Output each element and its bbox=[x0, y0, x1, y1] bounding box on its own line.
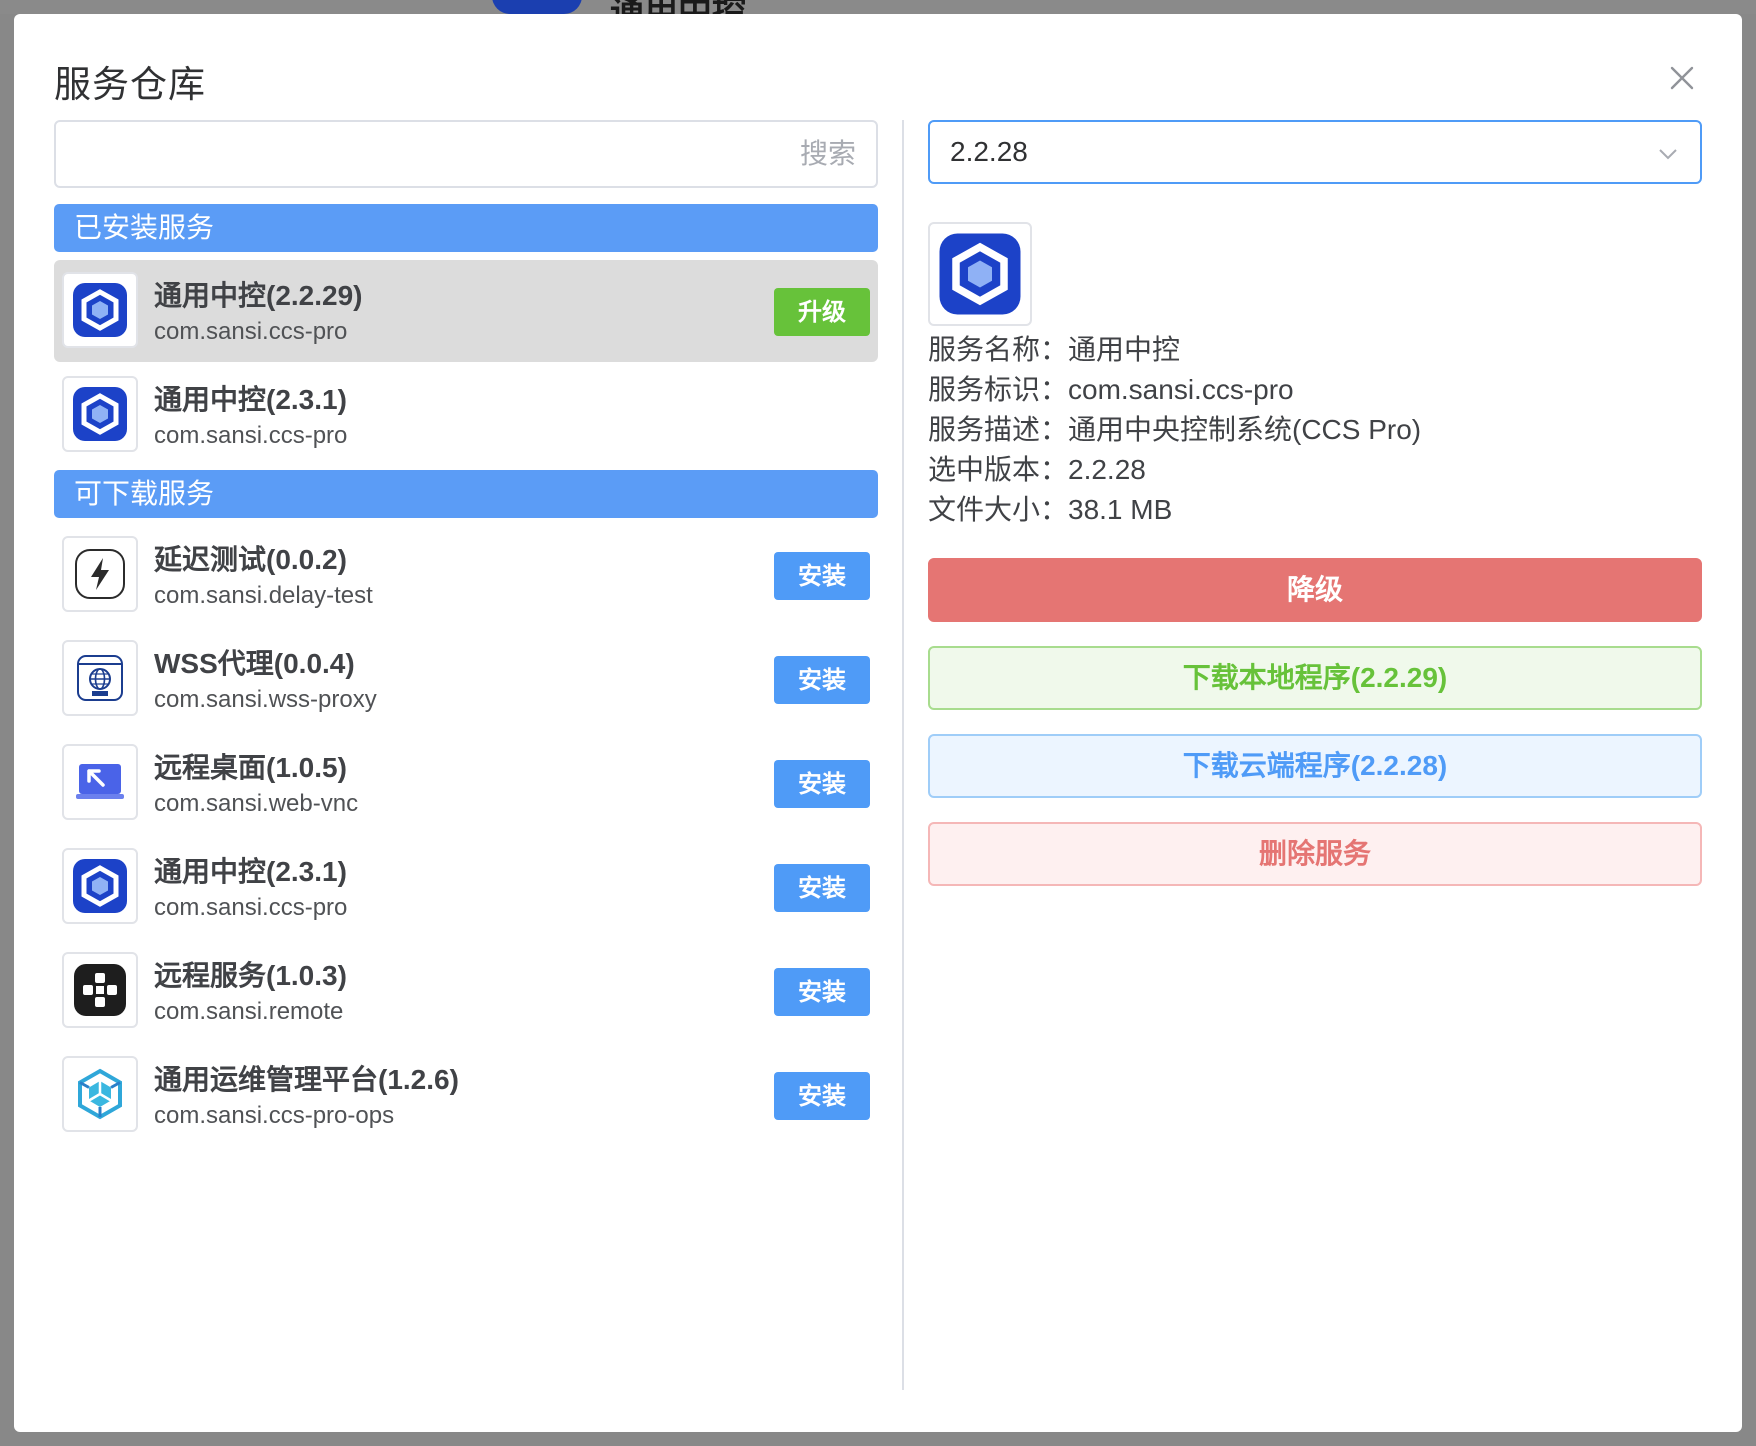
service-id: com.sansi.ccs-pro bbox=[154, 894, 348, 921]
available-service-item[interactable]: 远程桌面(1.0.5) com.sansi.web-vnc 安装 bbox=[54, 732, 878, 834]
installed-section-header: 已安装服务 bbox=[54, 204, 878, 252]
service-name: 通用运维管理平台(1.2.6) bbox=[154, 1064, 459, 1095]
service-id: com.sansi.remote bbox=[154, 998, 344, 1025]
lightning-icon bbox=[62, 536, 138, 612]
version-select[interactable]: 2.2.28 bbox=[928, 120, 1702, 184]
delete-service-button[interactable]: 删除服务 bbox=[928, 822, 1702, 886]
column-divider bbox=[902, 120, 904, 1390]
service-name: 延迟测试(0.0.2) bbox=[154, 544, 347, 575]
installed-service-item[interactable]: 通用中控(2.3.1) com.sansi.ccs-pro bbox=[54, 364, 878, 466]
available-service-item[interactable]: 延迟测试(0.0.2) com.sansi.delay-test 安装 bbox=[54, 524, 878, 626]
service-name: 通用中控(2.3.1) bbox=[154, 856, 347, 887]
chevron-down-icon bbox=[1656, 142, 1680, 166]
download-local-button[interactable]: 下载本地程序(2.2.29) bbox=[928, 646, 1702, 710]
available-service-item[interactable]: WSS代理(0.0.4) com.sansi.wss-proxy 安装 bbox=[54, 628, 878, 730]
upgrade-button[interactable]: 升级 bbox=[774, 288, 870, 336]
service-id: com.sansi.ccs-pro bbox=[154, 422, 348, 449]
ops-cube-icon bbox=[62, 1056, 138, 1132]
installed-service-item[interactable]: 通用中控(2.2.29) com.sansi.ccs-pro 升级 bbox=[54, 260, 878, 362]
available-section-header: 可下载服务 bbox=[54, 470, 878, 518]
service-list-panel: 已安装服务 通用中控(2.2.29) com.sansi.ccs-pro 升级 … bbox=[54, 120, 878, 1390]
backdrop bbox=[0, 0, 1756, 14]
info-file-size: 文件大小：38.1 MB bbox=[928, 494, 1173, 525]
available-service-item[interactable]: 远程服务(1.0.3) com.sansi.remote 安装 bbox=[54, 940, 878, 1042]
service-name: 通用中控(2.2.29) bbox=[154, 280, 363, 311]
service-info: 服务名称：通用中控 服务标识：com.sansi.ccs-pro 服务描述：通用… bbox=[928, 330, 1421, 530]
close-icon[interactable] bbox=[1664, 60, 1700, 96]
ccs-hexagon-icon bbox=[928, 222, 1032, 326]
service-id: com.sansi.ccs-pro bbox=[154, 318, 348, 345]
ccs-hexagon-icon bbox=[62, 272, 138, 348]
available-service-item[interactable]: 通用运维管理平台(1.2.6) com.sansi.ccs-pro-ops 安装 bbox=[54, 1044, 878, 1146]
available-service-item[interactable]: 通用中控(2.3.1) com.sansi.ccs-pro 安装 bbox=[54, 836, 878, 938]
globe-wss-icon bbox=[62, 640, 138, 716]
info-service-id: 服务标识：com.sansi.ccs-pro bbox=[928, 374, 1294, 405]
download-cloud-button[interactable]: 下载云端程序(2.2.28) bbox=[928, 734, 1702, 798]
service-id: com.sansi.web-vnc bbox=[154, 790, 359, 817]
install-button[interactable]: 安装 bbox=[774, 656, 870, 704]
service-name: 远程服务(1.0.3) bbox=[154, 960, 347, 991]
search-input[interactable] bbox=[56, 122, 876, 186]
info-selected-version: 选中版本：2.2.28 bbox=[928, 454, 1146, 485]
install-button[interactable]: 安装 bbox=[774, 968, 870, 1016]
service-id: com.sansi.ccs-pro-ops bbox=[154, 1102, 395, 1129]
info-service-description: 服务描述：通用中央控制系统(CCS Pro) bbox=[928, 414, 1422, 445]
dialog-title: 服务仓库 bbox=[54, 64, 206, 105]
service-repository-dialog: 服务仓库 已安装服务 通用中控(2.2.29) com.sansi.ccs-pr… bbox=[14, 14, 1742, 1432]
search-field[interactable] bbox=[54, 120, 878, 188]
backdrop-app-logo bbox=[492, 0, 582, 14]
install-button[interactable]: 安装 bbox=[774, 1072, 870, 1120]
install-button[interactable]: 安装 bbox=[774, 552, 870, 600]
service-name: 远程桌面(1.0.5) bbox=[154, 752, 347, 783]
remote-service-icon bbox=[62, 952, 138, 1028]
version-select-value: 2.2.28 bbox=[950, 136, 1028, 167]
service-id: com.sansi.delay-test bbox=[154, 582, 373, 609]
ccs-hexagon-icon bbox=[62, 848, 138, 924]
install-button[interactable]: 安装 bbox=[774, 760, 870, 808]
downgrade-button[interactable]: 降级 bbox=[928, 558, 1702, 622]
service-id: com.sansi.wss-proxy bbox=[154, 686, 377, 713]
ccs-hexagon-icon bbox=[62, 376, 138, 452]
remote-desktop-icon bbox=[62, 744, 138, 820]
install-button[interactable]: 安装 bbox=[774, 864, 870, 912]
info-service-name: 服务名称：通用中控 bbox=[928, 334, 1181, 365]
service-name: 通用中控(2.3.1) bbox=[154, 384, 347, 415]
service-name: WSS代理(0.0.4) bbox=[154, 648, 355, 679]
